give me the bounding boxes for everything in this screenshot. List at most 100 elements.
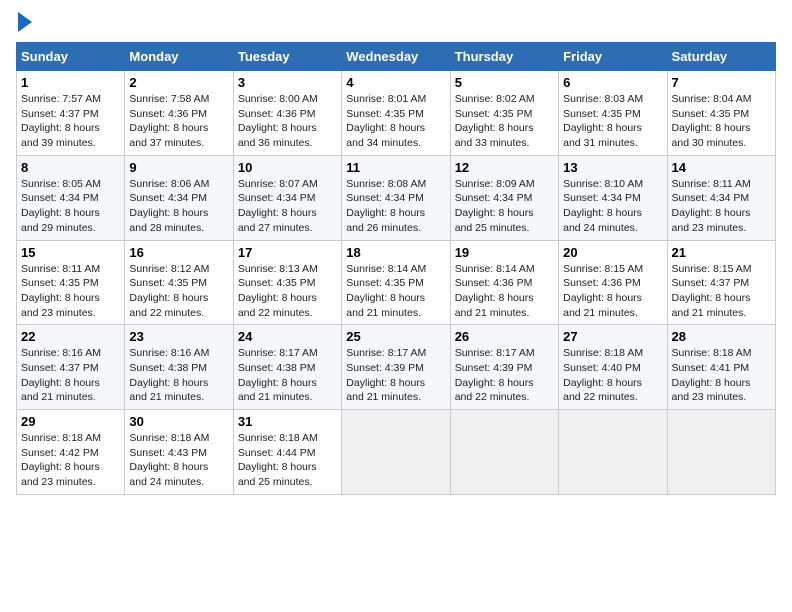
calendar-week-2: 8 Sunrise: 8:05 AMSunset: 4:34 PMDaylight… (17, 155, 776, 240)
day-number: 5 (455, 75, 554, 90)
cell-content: Sunrise: 8:00 AMSunset: 4:36 PMDaylight:… (238, 92, 337, 151)
cell-content: Sunrise: 8:11 AMSunset: 4:34 PMDaylight:… (672, 177, 771, 236)
calendar-cell (342, 410, 450, 495)
cell-content: Sunrise: 8:18 AMSunset: 4:44 PMDaylight:… (238, 431, 337, 490)
calendar-cell: 6Sunrise: 8:03 AMSunset: 4:35 PMDaylight… (559, 71, 667, 156)
cell-content: Sunrise: 8:16 AMSunset: 4:38 PMDaylight:… (129, 346, 228, 405)
cell-content: Sunrise: 8:18 AMSunset: 4:43 PMDaylight:… (129, 431, 228, 490)
cell-content: Sunrise: 8:12 AMSunset: 4:35 PMDaylight:… (129, 262, 228, 321)
calendar-table: SundayMondayTuesdayWednesdayThursdayFrid… (16, 42, 776, 495)
day-number: 29 (21, 414, 120, 429)
calendar-cell: 13 Sunrise: 8:10 AMSunset: 4:34 PMDayligh… (559, 155, 667, 240)
calendar-cell (667, 410, 775, 495)
cell-content: Sunrise: 8:16 AMSunset: 4:37 PMDaylight:… (21, 346, 120, 405)
day-number: 28 (672, 329, 771, 344)
cell-content: Sunrise: 8:11 AMSunset: 4:35 PMDaylight:… (21, 262, 120, 321)
calendar-cell: 1Sunrise: 7:57 AMSunset: 4:37 PMDaylight… (17, 71, 125, 156)
calendar-cell: 18Sunrise: 8:14 AMSunset: 4:35 PMDayligh… (342, 240, 450, 325)
calendar-cell: 11Sunrise: 8:08 AMSunset: 4:34 PMDayligh… (342, 155, 450, 240)
cell-content: Sunrise: 8:10 AMSunset: 4:34 PMDaylight:… (563, 177, 662, 236)
calendar-cell: 5 Sunrise: 8:02 AMSunset: 4:35 PMDaylight… (450, 71, 558, 156)
calendar-cell: 21 Sunrise: 8:15 AMSunset: 4:37 PMDayligh… (667, 240, 775, 325)
calendar-cell: 31 Sunrise: 8:18 AMSunset: 4:44 PMDayligh… (233, 410, 341, 495)
cell-content: Sunrise: 8:04 AMSunset: 4:35 PMDaylight:… (672, 92, 771, 151)
calendar-cell: 4 Sunrise: 8:01 AMSunset: 4:35 PMDaylight… (342, 71, 450, 156)
day-number: 31 (238, 414, 337, 429)
cell-content: Sunrise: 8:07 AMSunset: 4:34 PMDaylight:… (238, 177, 337, 236)
day-number: 12 (455, 160, 554, 175)
day-number: 15 (21, 245, 120, 260)
cell-content: Sunrise: 7:58 AMSunset: 4:36 PMDaylight:… (129, 92, 228, 151)
day-number: 2 (129, 75, 228, 90)
day-number: 20 (563, 245, 662, 260)
cell-content: Sunrise: 8:17 AMSunset: 4:39 PMDaylight:… (455, 346, 554, 405)
day-number: 19 (455, 245, 554, 260)
calendar-cell: 23 Sunrise: 8:16 AMSunset: 4:38 PMDayligh… (125, 325, 233, 410)
calendar-cell: 29 Sunrise: 8:18 AMSunset: 4:42 PMDayligh… (17, 410, 125, 495)
calendar-body: 1Sunrise: 7:57 AMSunset: 4:37 PMDaylight… (17, 71, 776, 495)
calendar-cell: 15 Sunrise: 8:11 AMSunset: 4:35 PMDayligh… (17, 240, 125, 325)
cell-content: Sunrise: 8:08 AMSunset: 4:34 PMDaylight:… (346, 177, 445, 236)
calendar-cell (559, 410, 667, 495)
calendar-cell: 8 Sunrise: 8:05 AMSunset: 4:34 PMDaylight… (17, 155, 125, 240)
day-number: 4 (346, 75, 445, 90)
column-header-sunday: Sunday (17, 43, 125, 71)
column-header-thursday: Thursday (450, 43, 558, 71)
day-number: 13 (563, 160, 662, 175)
calendar-cell: 30 Sunrise: 8:18 AMSunset: 4:43 PMDayligh… (125, 410, 233, 495)
day-number: 24 (238, 329, 337, 344)
day-number: 6 (563, 75, 662, 90)
cell-content: Sunrise: 8:05 AMSunset: 4:34 PMDaylight:… (21, 177, 120, 236)
calendar-cell: 9Sunrise: 8:06 AMSunset: 4:34 PMDaylight… (125, 155, 233, 240)
day-number: 1 (21, 75, 120, 90)
day-number: 25 (346, 329, 445, 344)
calendar-cell: 12 Sunrise: 8:09 AMSunset: 4:34 PMDayligh… (450, 155, 558, 240)
day-number: 22 (21, 329, 120, 344)
day-number: 9 (129, 160, 228, 175)
logo-arrow-icon (18, 12, 32, 32)
cell-content: Sunrise: 8:14 AMSunset: 4:35 PMDaylight:… (346, 262, 445, 321)
column-header-friday: Friday (559, 43, 667, 71)
calendar-week-4: 22 Sunrise: 8:16 AMSunset: 4:37 PMDayligh… (17, 325, 776, 410)
calendar-cell: 14 Sunrise: 8:11 AMSunset: 4:34 PMDayligh… (667, 155, 775, 240)
calendar-header-row: SundayMondayTuesdayWednesdayThursdayFrid… (17, 43, 776, 71)
calendar-cell: 27Sunrise: 8:18 AMSunset: 4:40 PMDayligh… (559, 325, 667, 410)
calendar-week-1: 1Sunrise: 7:57 AMSunset: 4:37 PMDaylight… (17, 71, 776, 156)
cell-content: Sunrise: 8:18 AMSunset: 4:41 PMDaylight:… (672, 346, 771, 405)
column-header-saturday: Saturday (667, 43, 775, 71)
column-header-monday: Monday (125, 43, 233, 71)
calendar-cell: 7 Sunrise: 8:04 AMSunset: 4:35 PMDaylight… (667, 71, 775, 156)
cell-content: Sunrise: 8:15 AMSunset: 4:36 PMDaylight:… (563, 262, 662, 321)
calendar-cell: 2 Sunrise: 7:58 AMSunset: 4:36 PMDaylight… (125, 71, 233, 156)
cell-content: Sunrise: 8:02 AMSunset: 4:35 PMDaylight:… (455, 92, 554, 151)
day-number: 26 (455, 329, 554, 344)
column-header-wednesday: Wednesday (342, 43, 450, 71)
calendar-cell (450, 410, 558, 495)
day-number: 23 (129, 329, 228, 344)
calendar-cell: 16 Sunrise: 8:12 AMSunset: 4:35 PMDayligh… (125, 240, 233, 325)
calendar-cell: 3Sunrise: 8:00 AMSunset: 4:36 PMDaylight… (233, 71, 341, 156)
day-number: 10 (238, 160, 337, 175)
day-number: 7 (672, 75, 771, 90)
cell-content: Sunrise: 8:01 AMSunset: 4:35 PMDaylight:… (346, 92, 445, 151)
calendar-cell: 28 Sunrise: 8:18 AMSunset: 4:41 PMDayligh… (667, 325, 775, 410)
column-header-tuesday: Tuesday (233, 43, 341, 71)
calendar-cell: 26 Sunrise: 8:17 AMSunset: 4:39 PMDayligh… (450, 325, 558, 410)
cell-content: Sunrise: 8:18 AMSunset: 4:42 PMDaylight:… (21, 431, 120, 490)
cell-content: Sunrise: 8:14 AMSunset: 4:36 PMDaylight:… (455, 262, 554, 321)
calendar-cell: 24 Sunrise: 8:17 AMSunset: 4:38 PMDayligh… (233, 325, 341, 410)
cell-content: Sunrise: 8:18 AMSunset: 4:40 PMDaylight:… (563, 346, 662, 405)
page-header (16, 16, 776, 32)
cell-content: Sunrise: 8:17 AMSunset: 4:38 PMDaylight:… (238, 346, 337, 405)
day-number: 21 (672, 245, 771, 260)
day-number: 30 (129, 414, 228, 429)
day-number: 14 (672, 160, 771, 175)
calendar-cell: 22 Sunrise: 8:16 AMSunset: 4:37 PMDayligh… (17, 325, 125, 410)
day-number: 16 (129, 245, 228, 260)
cell-content: Sunrise: 8:15 AMSunset: 4:37 PMDaylight:… (672, 262, 771, 321)
calendar-week-3: 15 Sunrise: 8:11 AMSunset: 4:35 PMDayligh… (17, 240, 776, 325)
calendar-week-5: 29 Sunrise: 8:18 AMSunset: 4:42 PMDayligh… (17, 410, 776, 495)
cell-content: Sunrise: 8:09 AMSunset: 4:34 PMDaylight:… (455, 177, 554, 236)
calendar-cell: 19 Sunrise: 8:14 AMSunset: 4:36 PMDayligh… (450, 240, 558, 325)
day-number: 8 (21, 160, 120, 175)
